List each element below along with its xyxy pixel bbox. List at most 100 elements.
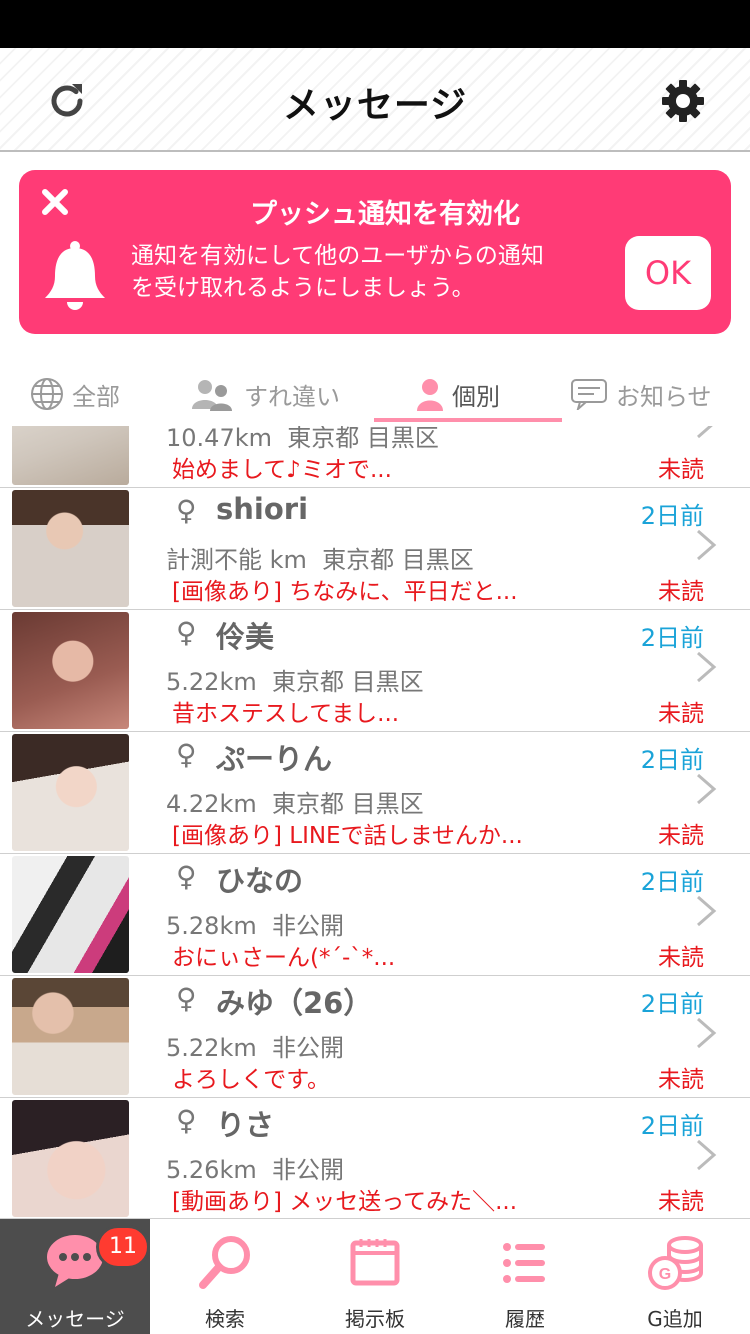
user-name: りさ — [216, 1108, 275, 1142]
tabbar-history[interactable]: 履歴 — [450, 1219, 600, 1334]
push-notification-banner: プッシュ通知を有効化 通知を有効にして他のユーザからの通知 を受け取れるようにし… — [19, 170, 731, 334]
distance-location: 計測不能 km 東京都 目黒区 — [166, 540, 474, 575]
tab-individual-label: 個別 — [452, 382, 500, 411]
list-item[interactable]: ♀ ひなの 2日前 5.28km 非公開 おにぃさーん(*´-`*... 未読 — [0, 854, 750, 976]
female-icon: ♀ — [176, 616, 197, 649]
tab-notice[interactable]: お知らせ — [570, 374, 712, 414]
list-item[interactable]: 10.47km 東京都 目黒区 始めまして♪ミオで... 未読 — [0, 426, 750, 488]
bell-icon — [45, 241, 105, 310]
distance: 5.26km — [166, 1156, 257, 1184]
user-name: みゆ（26） — [216, 986, 373, 1020]
user-name: 伶美 — [216, 620, 275, 654]
message-preview: [画像あり] ちなみに、平日だと... — [172, 579, 518, 605]
distance-location: 5.22km 非公開 — [166, 1028, 344, 1063]
timestamp: 2日前 — [640, 624, 704, 652]
unread-label: 未読 — [658, 701, 704, 727]
distance: 5.28km — [166, 912, 257, 940]
person-icon — [417, 379, 443, 411]
unread-label: 未読 — [658, 1067, 704, 1093]
tab-passing[interactable]: すれ違い — [190, 374, 340, 414]
unread-label: 未読 — [658, 579, 704, 605]
location: 東京都 目黒区 — [287, 426, 439, 452]
female-icon: ♀ — [176, 738, 197, 771]
location: 非公開 — [271, 1156, 344, 1184]
coins-icon: G — [648, 1236, 703, 1290]
avatar — [12, 734, 129, 851]
globe-users-icon — [31, 378, 63, 410]
svg-text:G: G — [659, 1266, 671, 1283]
timestamp: 2日前 — [640, 868, 704, 896]
navigation-header: メッセージ — [0, 48, 750, 152]
timestamp: 2日前 — [640, 1112, 704, 1140]
list-item[interactable]: ♀ 伶美 2日前 5.22km 東京都 目黒区 昔ホステスしてまし... 未読 — [0, 610, 750, 732]
distance: 5.22km — [166, 668, 257, 696]
chevron-right-icon — [697, 1139, 717, 1171]
status-bar — [0, 0, 750, 48]
unread-label: 未読 — [658, 945, 704, 971]
message-list: 10.47km 東京都 目黒区 始めまして♪ミオで... 未読 ♀ shiori… — [0, 426, 750, 1218]
distance-location: 5.28km 非公開 — [166, 906, 344, 941]
distance: 10.47km — [166, 426, 272, 452]
message-preview: [動画あり] メッセ送ってみた＼... — [172, 1189, 518, 1215]
female-icon: ♀ — [176, 982, 197, 1015]
chevron-right-icon — [697, 426, 713, 439]
location: 東京都 目黒区 — [322, 546, 474, 574]
avatar — [12, 490, 129, 607]
location: 非公開 — [271, 912, 344, 940]
list-item[interactable]: ♀ みゆ（26） 2日前 5.22km 非公開 よろしくです。 未読 — [0, 976, 750, 1098]
message-preview: おにぃさーん(*´-`*... — [172, 945, 396, 971]
tab-passing-label: すれ違い — [244, 382, 340, 411]
ok-button[interactable]: OK — [625, 236, 711, 310]
avatar — [12, 856, 129, 973]
message-preview: [画像あり] LINEで話しませんか... — [172, 823, 523, 849]
female-icon: ♀ — [176, 860, 197, 893]
search-icon — [199, 1236, 250, 1289]
tabbar-add-points[interactable]: G G追加 — [600, 1219, 750, 1334]
tabbar-history-label: 履歴 — [505, 1307, 545, 1331]
timestamp: 2日前 — [640, 502, 704, 530]
distance-location: 5.26km 非公開 — [166, 1150, 344, 1185]
page-title: メッセージ — [282, 85, 468, 126]
unread-label: 未読 — [658, 1189, 704, 1215]
distance: 計測不能 km — [166, 546, 307, 574]
avatar — [12, 978, 129, 1095]
tab-all[interactable]: 全部 — [30, 374, 120, 414]
chevron-right-icon — [697, 651, 717, 683]
chevron-right-icon — [697, 529, 717, 561]
location: 非公開 — [271, 1034, 344, 1062]
list-icon — [503, 1243, 545, 1283]
message-preview: よろしくです。 — [172, 1067, 331, 1093]
location: 東京都 目黒区 — [271, 790, 424, 818]
bulletin-board-icon — [350, 1239, 400, 1286]
avatar — [12, 1100, 129, 1217]
tabbar-board-label: 掲示板 — [345, 1307, 405, 1331]
distance: 4.22km — [166, 790, 257, 818]
unread-label: 未読 — [658, 457, 704, 483]
female-icon: ♀ — [176, 1104, 197, 1137]
tab-all-label: 全部 — [72, 382, 120, 411]
user-name: ひなの — [216, 864, 304, 898]
distance: 5.22km — [166, 1034, 257, 1062]
chat-bubble-icon — [571, 379, 607, 410]
tabbar-search-label: 検索 — [205, 1307, 245, 1331]
active-tab-indicator — [374, 418, 562, 422]
tabbar-messages[interactable]: 11 メッセージ — [0, 1219, 150, 1334]
tabbar-board[interactable]: 掲示板 — [300, 1219, 450, 1334]
tab-notice-label: お知らせ — [616, 382, 712, 411]
chevron-right-icon — [697, 1017, 717, 1049]
tab-individual[interactable]: 個別 — [416, 374, 500, 414]
user-name: shiori — [216, 492, 309, 526]
filter-tabs: 全部 すれ違い 個別 お知らせ — [0, 362, 750, 424]
banner-line-1: 通知を有効にして他のユーザからの通知 — [131, 243, 544, 269]
distance-location: 4.22km 東京都 目黒区 — [166, 784, 424, 819]
tabbar-search[interactable]: 検索 — [150, 1219, 300, 1334]
banner-line-2: を受け取れるようにしましょう。 — [131, 275, 475, 301]
list-item[interactable]: ♀ shiori 2日前 計測不能 km 東京都 目黒区 [画像あり] ちなみに… — [0, 488, 750, 610]
avatar — [12, 612, 129, 729]
chevron-right-icon — [697, 773, 717, 805]
female-icon: ♀ — [176, 494, 197, 527]
unread-count-badge: 11 — [96, 1225, 150, 1269]
list-item[interactable]: ♀ りさ 2日前 5.26km 非公開 [動画あり] メッセ送ってみた＼... … — [0, 1098, 750, 1218]
settings-gear-icon[interactable] — [660, 78, 706, 124]
list-item[interactable]: ♀ ぷーりん 2日前 4.22km 東京都 目黒区 [画像あり] LINEで話し… — [0, 732, 750, 854]
